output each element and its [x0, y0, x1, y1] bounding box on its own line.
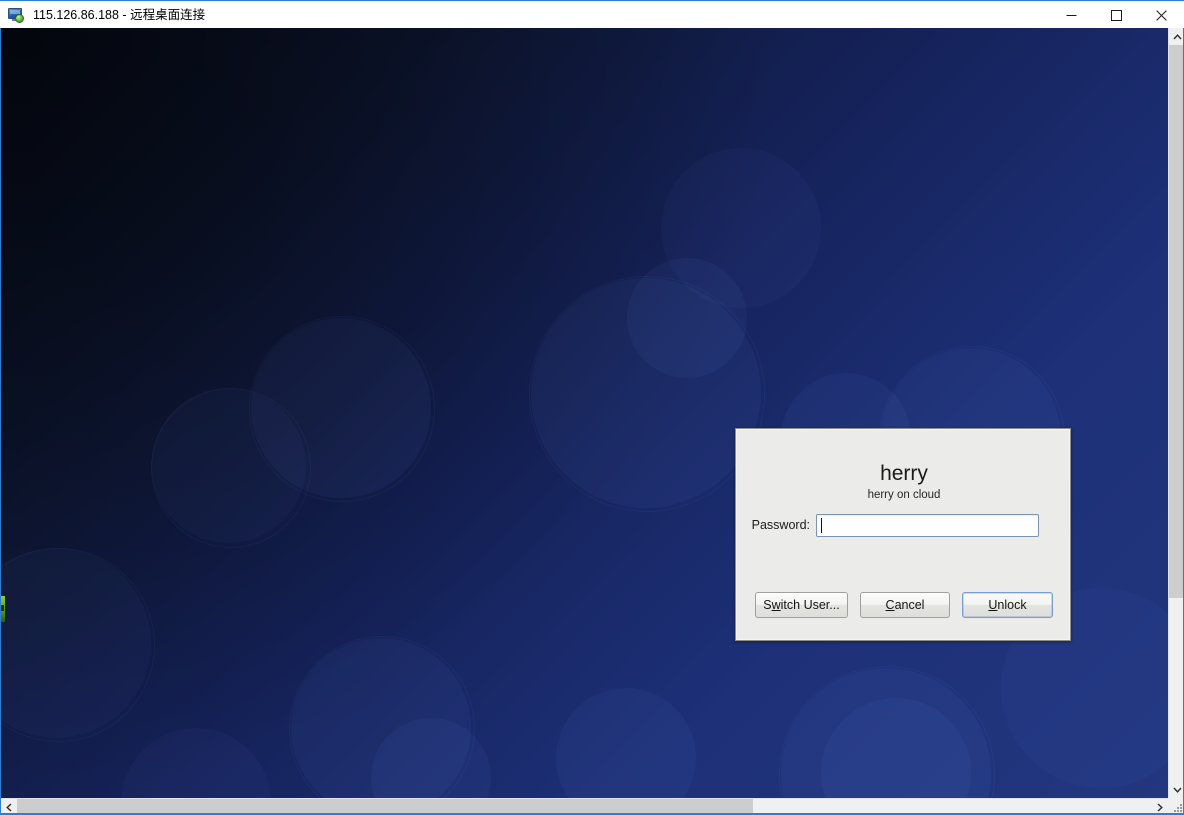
- chevron-right-icon: [1157, 802, 1163, 812]
- remote-session-viewport[interactable]: herry herry on cloud Password: Sw itch Us…: [0, 28, 1169, 798]
- resize-grip-icon[interactable]: [1173, 803, 1182, 812]
- unlock-label-after: nlock: [997, 598, 1027, 612]
- switch-user-label-after: itch User...: [780, 598, 840, 612]
- minimize-button[interactable]: [1049, 1, 1094, 29]
- unlock-mnemonic: U: [988, 598, 998, 612]
- password-input[interactable]: [816, 513, 1039, 537]
- dialog-subtitle: herry on cloud: [867, 489, 941, 501]
- cancel-label-after: ancel: [894, 598, 925, 612]
- switch-user-mnemonic: w: [771, 598, 781, 612]
- remote-desktop-icon: [8, 7, 25, 23]
- scroll-down-button[interactable]: [1169, 781, 1184, 798]
- window-controls: [1049, 1, 1184, 29]
- cancel-mnemonic: C: [885, 598, 895, 612]
- bokeh-ring: [1, 548, 155, 742]
- bokeh-circle: [556, 688, 696, 798]
- window-title: 115.126.86.188 - 远程桌面连接: [33, 7, 206, 22]
- unlock-screen-dialog: herry herry on cloud Password: Sw itch Us…: [735, 428, 1071, 641]
- chevron-left-icon: [5, 802, 11, 812]
- password-row: Password:: [736, 513, 1072, 537]
- vertical-scrollbar[interactable]: [1168, 28, 1184, 798]
- dialog-username: herry: [880, 462, 928, 485]
- remote-desktop-window: 115.126.86.188 - 远程桌面连接 herry herry on c…: [0, 0, 1184, 815]
- switch-user-label-before: S: [763, 598, 772, 612]
- maximize-icon: [1111, 9, 1122, 21]
- unlock-button[interactable]: Unlock: [962, 592, 1053, 618]
- desktop-wallpaper: [1, 28, 1169, 798]
- title-bar-left: 115.126.86.188 - 远程桌面连接: [0, 1, 205, 28]
- chevron-up-icon: [1172, 33, 1182, 39]
- close-icon: [1156, 9, 1167, 21]
- minimize-icon: [1066, 14, 1077, 16]
- bokeh-ring: [151, 388, 311, 548]
- switch-user-button[interactable]: Sw itch User...: [755, 592, 848, 618]
- maximize-button[interactable]: [1094, 1, 1139, 29]
- bokeh-circle: [121, 728, 271, 798]
- chevron-down-icon: [1172, 787, 1182, 793]
- password-label: Password:: [751, 518, 810, 532]
- left-edge-indicator: [1, 596, 5, 622]
- text-caret: [821, 517, 822, 533]
- bokeh-circle: [661, 148, 821, 308]
- scroll-up-button[interactable]: [1169, 28, 1184, 45]
- close-button[interactable]: [1139, 1, 1184, 29]
- title-bar[interactable]: 115.126.86.188 - 远程桌面连接: [0, 0, 1184, 29]
- cancel-button[interactable]: Cancel: [860, 592, 950, 618]
- dialog-button-row: Sw itch User... Cancel Unlock: [755, 592, 1053, 618]
- window-left-border: [0, 28, 1, 815]
- vertical-scrollbar-thumb[interactable]: [1169, 45, 1184, 598]
